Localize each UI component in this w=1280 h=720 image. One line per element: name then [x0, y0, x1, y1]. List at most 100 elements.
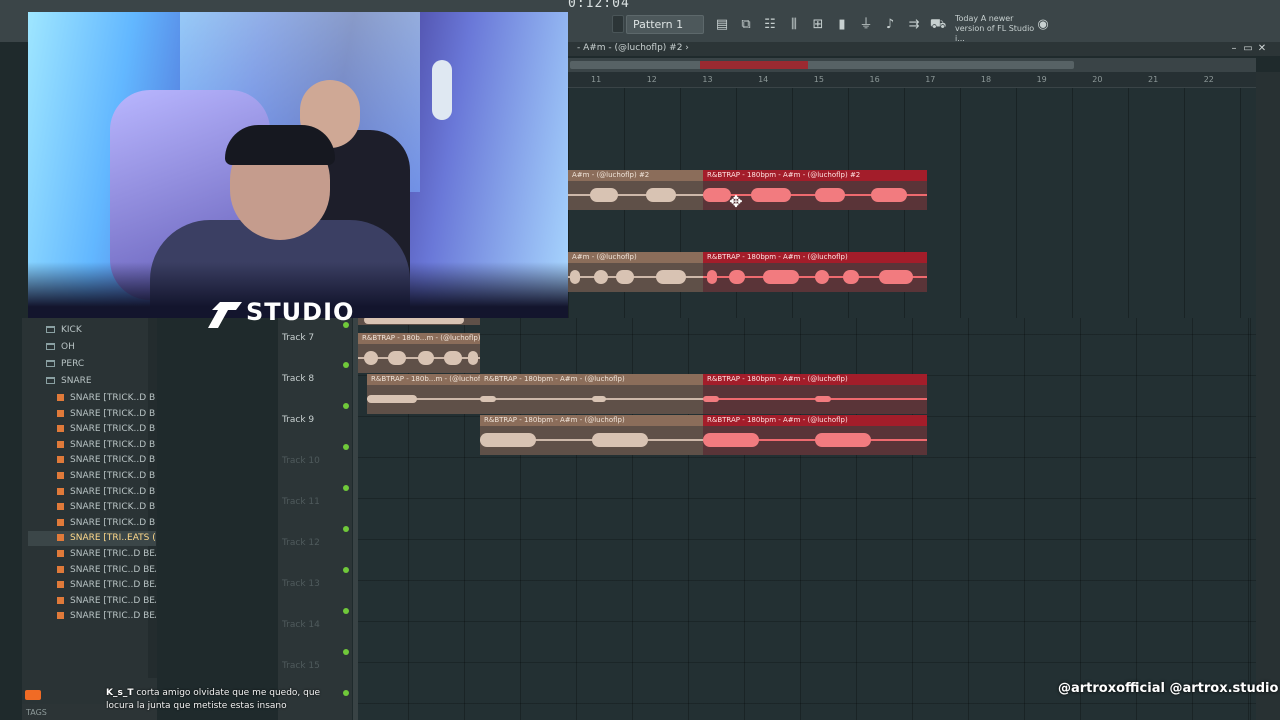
track-mute-led[interactable]: [343, 444, 349, 450]
browser-icon[interactable]: ▮: [833, 16, 851, 34]
clip-label: R&BTRAP - 180b...m - (@luchoflp): [358, 333, 480, 344]
pattern-prev-button[interactable]: [612, 15, 624, 33]
browser-folder[interactable]: OH: [28, 340, 156, 355]
step-sequencer-icon[interactable]: ⊞: [809, 16, 827, 34]
folder-icon: [46, 377, 55, 384]
folder-icon: [46, 326, 55, 333]
browser-file-label: SNARE [TRICK..D BEATS (2): [70, 408, 156, 419]
browser-file-label: SNARE [TRIC..D BEATS (11): [70, 549, 156, 559]
ruler-bar-number: 15: [813, 75, 824, 84]
track-mute-led[interactable]: [343, 690, 349, 696]
browser-file[interactable]: SNARE [TRICK..D BEATS (5): [28, 453, 156, 468]
folder-icon: [46, 360, 55, 367]
browser-file[interactable]: SNARE [TRI..EATS (10) ★: [28, 531, 156, 547]
news-text: version of FL Studio i...: [955, 24, 1035, 43]
audio-clip[interactable]: A#m - (@luchoflp): [568, 252, 703, 292]
clip-label: A#m - (@luchoflp): [568, 252, 703, 263]
browser-file[interactable]: SNARE [TRICK..D BEATS (9): [28, 516, 156, 531]
mixer-icon[interactable]: ⫼: [785, 16, 803, 34]
ruler-bar-number: 11: [591, 75, 602, 84]
audio-clip-selected[interactable]: R&BTRAP - 180bpm - A#m - (@luchoflp): [703, 252, 927, 292]
track-name[interactable]: Track 10: [282, 456, 320, 466]
track-separator: [353, 318, 358, 720]
audio-file-icon: [57, 487, 64, 495]
ruler-bar-number: 21: [1148, 75, 1159, 84]
browser-tag-button[interactable]: [25, 690, 41, 700]
tempo-icon[interactable]: ♪: [881, 16, 899, 34]
touch-icon[interactable]: ⇉: [905, 16, 923, 34]
ruler-bar-number: 22: [1203, 75, 1214, 84]
track-mute-led[interactable]: [343, 485, 349, 491]
track-name[interactable]: Track 13: [282, 579, 320, 589]
clip-label: A#m - (@luchoflp) #2: [568, 170, 703, 181]
clip-label: R&BTRAP - 180bpm - A#m - (@luchoflp): [480, 415, 703, 426]
shop-icon[interactable]: ⛟: [929, 16, 947, 34]
audio-file-icon: [57, 409, 64, 417]
browser-file-label: SNARE [TRIC..D BEATS (14): [70, 595, 156, 606]
ruler-bar-number: 16: [869, 75, 880, 84]
browser-file[interactable]: SNARE [TRICK..D BEATS (3): [28, 422, 156, 437]
plugin-picker-icon[interactable]: ⏚: [857, 16, 875, 34]
browser-folder[interactable]: PERC: [28, 357, 156, 372]
browser-folder[interactable]: KICK: [28, 323, 156, 338]
track-mute-led[interactable]: [343, 362, 349, 368]
browser-file-label: SNARE [TRICK..D BEATS (4): [70, 439, 156, 450]
time-selection-marker[interactable]: [700, 61, 808, 69]
audio-file-icon: [57, 518, 64, 526]
track-name[interactable]: Track 14: [282, 620, 320, 630]
track-name[interactable]: Track 8: [282, 374, 314, 384]
browser-file[interactable]: SNARE [TRIC..D BEATS (13): [28, 578, 156, 593]
maximize-button[interactable]: ▭: [1242, 43, 1254, 55]
browser-folder[interactable]: SNARE: [28, 374, 156, 389]
browser-file[interactable]: SNARE [TRIC..D BEATS (12): [28, 563, 156, 578]
audio-clip[interactable]: R&BTRAP - 180b...m - (@luchoflp): [367, 374, 480, 414]
playlist-icon[interactable]: ▤: [713, 16, 731, 34]
track-mute-led[interactable]: [343, 649, 349, 655]
browser-file-label: SNARE [TRIC..D BEATS (13): [70, 580, 156, 591]
browser-file[interactable]: SNARE [TRICK..D BEATS (6): [28, 469, 156, 484]
audio-clip[interactable]: R&BTRAP - 180bpm - A#m - (@luchoflp): [480, 415, 703, 455]
scrollbar-thumb[interactable]: [570, 61, 1074, 69]
minimize-button[interactable]: –: [1228, 43, 1240, 55]
browser-file[interactable]: SNARE [TRIC..D BEATS (14): [28, 594, 156, 609]
browser-file[interactable]: SNARE [TRICK..D BEATS (7): [28, 485, 156, 500]
browser-file[interactable]: SNARE [TRIC..D BEATS (11): [28, 547, 156, 562]
track-name[interactable]: Track 15: [282, 661, 320, 671]
audio-clip-selected[interactable]: R&BTRAP - 180bpm - A#m - (@luchoflp): [703, 374, 927, 414]
fl-studio-window: 0:12:04 Pattern 1 ▤ ⧉ ☷ ⫼ ⊞ ▮ ⏚ ♪ ⇉ ⛟ To…: [0, 0, 1280, 720]
track-name[interactable]: Track 12: [282, 538, 320, 548]
news-panel[interactable]: Today A newer version of FL Studio i...: [955, 14, 1035, 44]
news-day: Today: [955, 14, 979, 23]
browser-file[interactable]: SNARE [TRICK..D BEATS (2): [28, 407, 156, 422]
track-mute-led[interactable]: [343, 526, 349, 532]
track-name[interactable]: Track 11: [282, 497, 320, 507]
browser-folder-label: OH: [61, 342, 75, 352]
audio-file-icon: [57, 534, 64, 542]
track-name[interactable]: Track 9: [282, 415, 314, 425]
audio-file-icon: [57, 581, 64, 589]
audio-clip[interactable]: R&BTRAP - 180b...m - (@luchoflp): [358, 333, 480, 373]
studio-logo-text: STUDIO: [246, 298, 355, 326]
clip-label: R&BTRAP - 180bpm - A#m - (@luchoflp): [703, 374, 927, 385]
clip-label: R&BTRAP - 180bpm - A#m - (@luchoflp): [703, 252, 927, 263]
track-mute-led[interactable]: [343, 567, 349, 573]
piano-roll-icon[interactable]: ⧉: [737, 16, 755, 34]
vertical-scrollbar[interactable]: [1256, 72, 1280, 720]
browser-file[interactable]: SNARE [TRICK..D BEATS (8): [28, 500, 156, 515]
track-name[interactable]: Track 7: [282, 333, 314, 343]
audio-file-icon: [57, 440, 64, 448]
browser-file[interactable]: SNARE [TRICK..D BEATS (4): [28, 438, 156, 453]
browser-file-label: SNARE [TRICK..D BEATS (8): [70, 502, 156, 513]
close-button[interactable]: ✕: [1256, 43, 1268, 55]
channel-rack-icon[interactable]: ☷: [761, 16, 779, 34]
pattern-selector[interactable]: Pattern 1: [626, 15, 704, 34]
track-mute-led[interactable]: [343, 403, 349, 409]
browser-file[interactable]: SNARE [TRICK..D BEATS (1): [28, 391, 156, 406]
browser-file-label: SNARE [TRIC..D BEATS (12): [70, 564, 156, 575]
globe-icon[interactable]: ◉: [1034, 16, 1052, 34]
audio-clip[interactable]: R&BTRAP - 180bpm - A#m - (@luchoflp): [480, 374, 703, 414]
audio-clip[interactable]: A#m - (@luchoflp) #2: [568, 170, 703, 210]
track-mute-led[interactable]: [343, 608, 349, 614]
browser-file[interactable]: SNARE [TRIC..D BEATS (15): [28, 609, 156, 624]
audio-clip-selected[interactable]: R&BTRAP - 180bpm - A#m - (@luchoflp): [703, 415, 927, 455]
